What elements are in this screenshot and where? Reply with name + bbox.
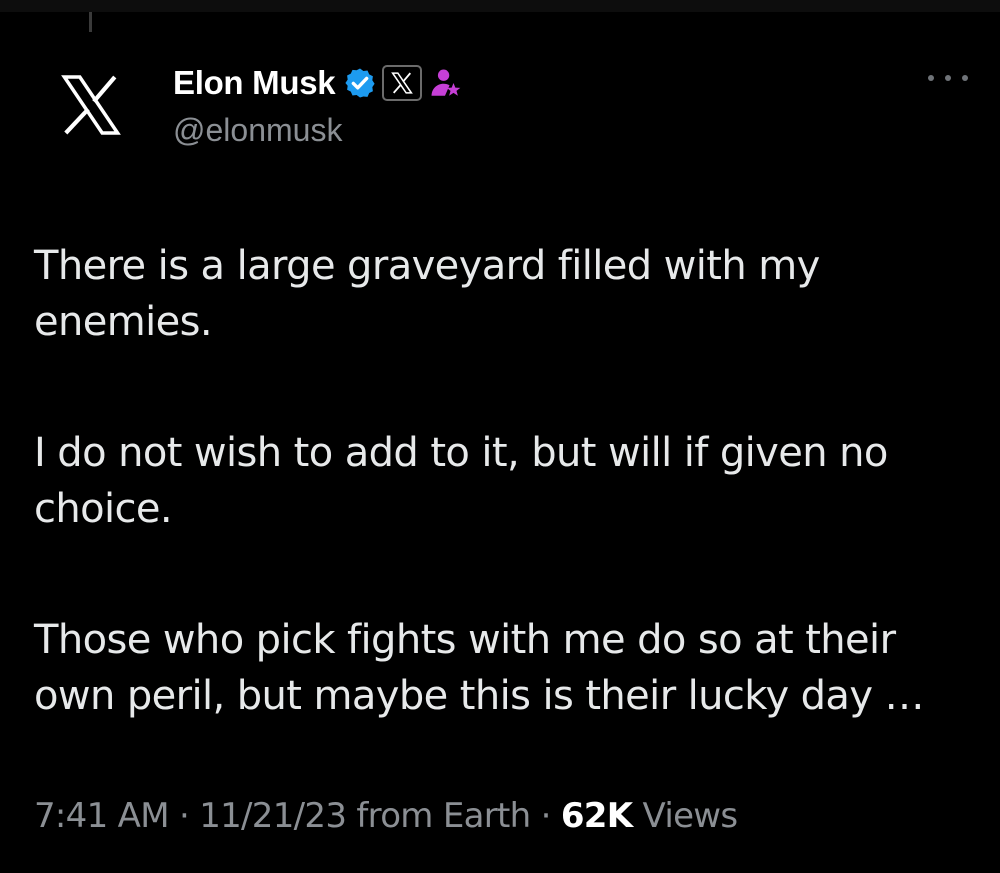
more-options-button[interactable] [928, 66, 968, 90]
tweet-text: There is a large graveyard filled with m… [34, 238, 964, 724]
x-affiliate-icon[interactable] [382, 65, 423, 101]
display-name[interactable]: Elon Musk [173, 64, 336, 102]
top-strip [0, 0, 1000, 12]
government-affiliation-icon[interactable] [428, 66, 462, 100]
tweet-source: from Earth [346, 796, 531, 836]
tweet-time[interactable]: 7:41 AM [34, 796, 170, 836]
more-options-icon-dot [962, 75, 968, 81]
meta-separator: · [168, 796, 200, 836]
tweet-paragraph: I do not wish to add to it, but will if … [34, 430, 888, 532]
verified-badge-icon[interactable] [343, 66, 377, 100]
author-handle[interactable]: @elonmusk [173, 112, 342, 149]
tweet-date[interactable]: 11/21/23 [199, 796, 347, 836]
author-name-row: Elon Musk [173, 60, 462, 106]
tweet-paragraph: There is a large graveyard filled with m… [34, 243, 820, 345]
views-label[interactable]: Views [632, 796, 739, 836]
more-options-icon [928, 75, 934, 81]
more-options-icon-dot [945, 75, 951, 81]
x-logo-icon [61, 75, 121, 135]
tweet-paragraph: Those who pick fights with me do so at t… [34, 617, 925, 719]
top-divider-tick [89, 12, 92, 32]
avatar[interactable] [52, 66, 130, 144]
tweet-meta: 7:41 AM · 11/21/23 from Earth · 62K View… [34, 796, 739, 836]
meta-separator: · [530, 796, 561, 836]
views-count[interactable]: 62K [561, 796, 633, 836]
